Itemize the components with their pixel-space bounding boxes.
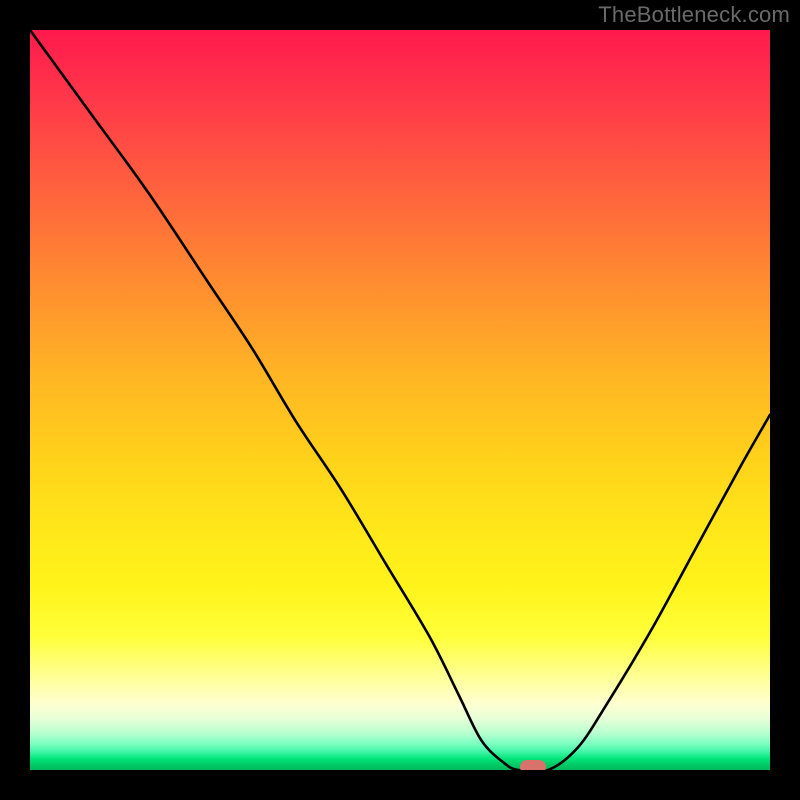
chart-frame: TheBottleneck.com (0, 0, 800, 800)
bottleneck-curve (30, 30, 770, 770)
plot-area (30, 30, 770, 770)
curve-layer (30, 30, 770, 770)
optimal-point-marker (520, 760, 546, 770)
watermark-text: TheBottleneck.com (598, 2, 790, 28)
